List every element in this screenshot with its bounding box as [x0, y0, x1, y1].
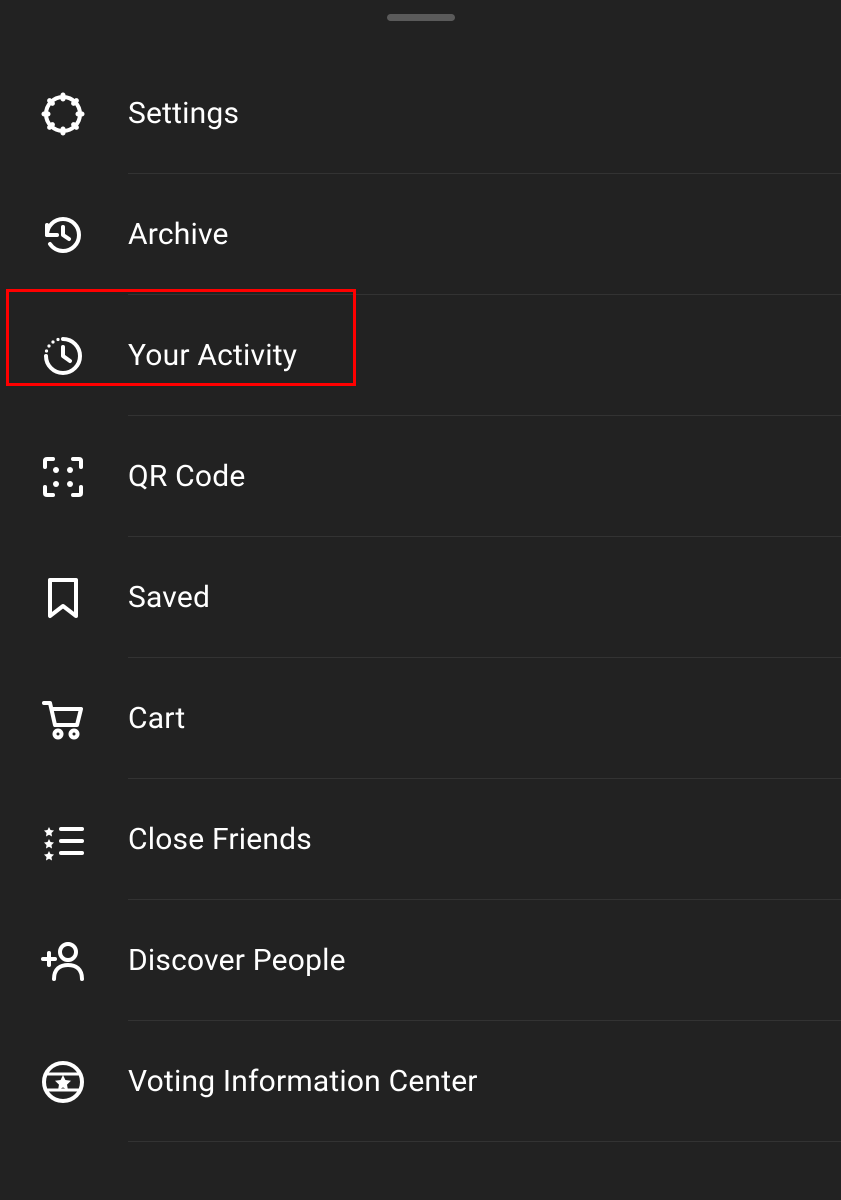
- menu-item-label: Settings: [128, 96, 239, 131]
- qr-code-icon: [34, 448, 92, 506]
- menu-item-label: Discover People: [128, 943, 346, 978]
- menu-item-discover-people[interactable]: Discover People: [0, 900, 841, 1021]
- menu-item-voting-info[interactable]: Voting Information Center: [0, 1021, 841, 1142]
- activity-icon: [34, 327, 92, 385]
- add-person-icon: [34, 932, 92, 990]
- menu-item-label: Voting Information Center: [128, 1064, 478, 1099]
- menu-item-your-activity[interactable]: Your Activity: [0, 295, 841, 416]
- menu-item-archive[interactable]: Archive: [0, 174, 841, 295]
- menu-item-label: Saved: [128, 580, 210, 615]
- menu-item-label: Your Activity: [128, 338, 297, 373]
- menu-item-saved[interactable]: Saved: [0, 537, 841, 658]
- menu-item-settings[interactable]: Settings: [0, 53, 841, 174]
- voting-icon: [34, 1053, 92, 1111]
- close-friends-icon: [34, 811, 92, 869]
- bottom-sheet: Settings Archive: [0, 0, 841, 1200]
- archive-icon: [34, 206, 92, 264]
- menu-item-label: Close Friends: [128, 822, 312, 857]
- menu-item-cart[interactable]: Cart: [0, 658, 841, 779]
- menu-item-close-friends[interactable]: Close Friends: [0, 779, 841, 900]
- cart-icon: [34, 690, 92, 748]
- menu-item-qr-code[interactable]: QR Code: [0, 416, 841, 537]
- menu-list: Settings Archive: [0, 53, 841, 1142]
- menu-item-label: QR Code: [128, 459, 245, 494]
- divider: [128, 1141, 841, 1142]
- gear-icon: [34, 85, 92, 143]
- menu-item-label: Cart: [128, 701, 185, 736]
- drag-handle[interactable]: [387, 14, 455, 21]
- menu-item-label: Archive: [128, 217, 229, 252]
- bookmark-icon: [34, 569, 92, 627]
